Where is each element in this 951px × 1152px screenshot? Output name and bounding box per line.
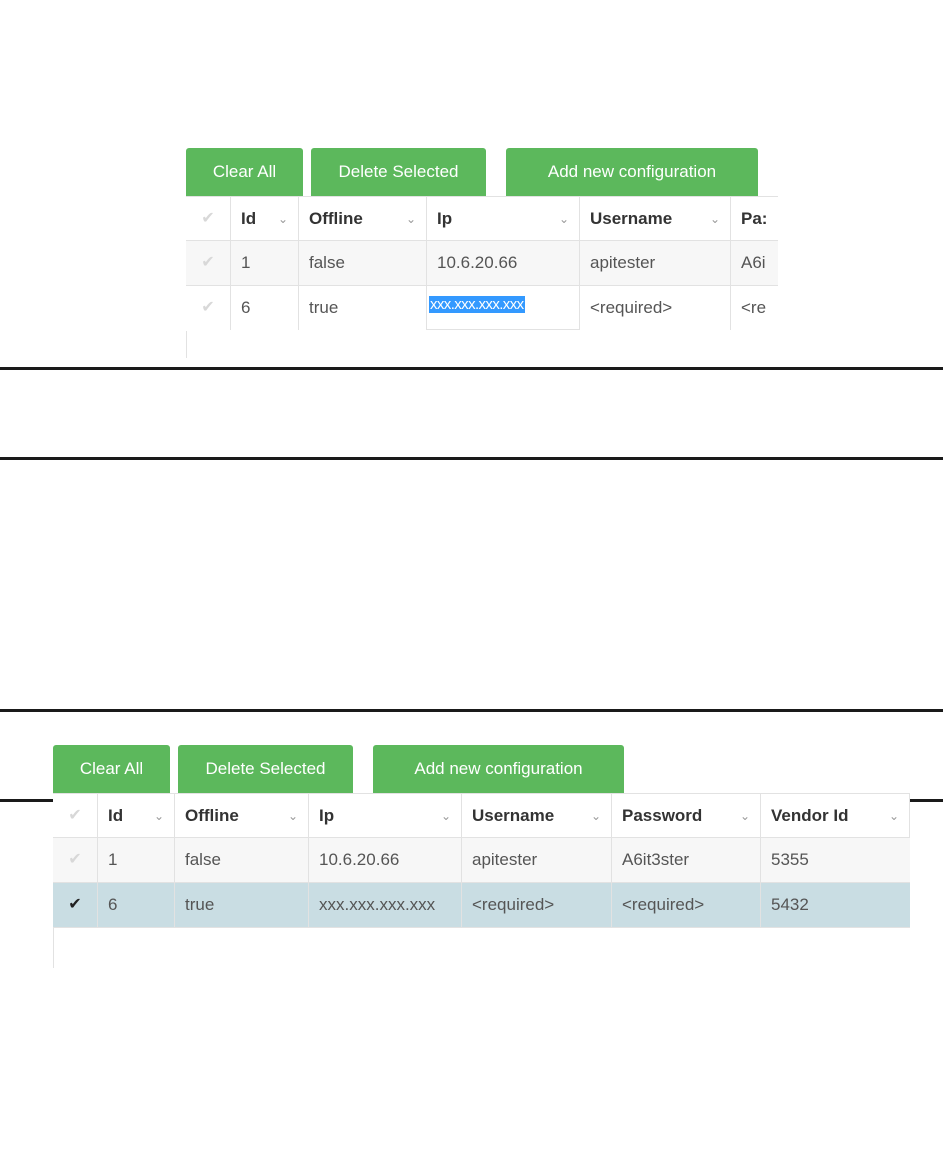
divider-line	[0, 367, 943, 370]
row-checkbox[interactable]: ✔	[186, 286, 231, 330]
table-row[interactable]: ✔ 1 false 10.6.20.66 apitester A6i	[186, 241, 778, 286]
check-icon: ✔	[68, 851, 82, 868]
check-icon: ✔	[201, 210, 215, 227]
cell-id[interactable]: 6	[231, 286, 299, 330]
clear-all-button[interactable]: Clear All	[53, 745, 170, 793]
column-header-password[interactable]: Password ⌄	[612, 794, 761, 838]
cell-password[interactable]: <required>	[612, 883, 761, 927]
table-row[interactable]: ✔ 6 true xxx.xxx.xxx.xxx <required> <re	[186, 286, 778, 331]
table-row-selected[interactable]: ✔ 6 true xxx.xxx.xxx.xxx <required> <req…	[53, 883, 910, 928]
cell-username[interactable]: <required>	[462, 883, 612, 927]
sort-chevron-icon[interactable]: ⌄	[710, 197, 720, 241]
cell-password[interactable]: A6it3ster	[612, 838, 761, 882]
sort-chevron-icon[interactable]: ⌄	[559, 197, 569, 241]
cell-ip[interactable]: xxx.xxx.xxx.xxx	[309, 883, 462, 927]
divider-line	[0, 457, 943, 460]
check-icon: ✔	[68, 807, 82, 824]
bottom-grid-panel: Clear All Delete Selected Add new config…	[53, 745, 910, 1152]
select-all-checkbox[interactable]: ✔	[53, 794, 98, 838]
check-icon: ✔	[201, 254, 215, 271]
add-new-configuration-button[interactable]: Add new configuration	[373, 745, 624, 793]
sort-chevron-icon[interactable]: ⌄	[889, 794, 899, 838]
sort-chevron-icon[interactable]: ⌄	[278, 197, 288, 241]
cell-id[interactable]: 1	[98, 838, 175, 882]
table-row[interactable]: ✔ 1 false 10.6.20.66 apitester A6it3ster…	[53, 838, 910, 883]
add-new-configuration-button[interactable]: Add new configuration	[506, 148, 758, 196]
cell-ip-editor[interactable]: xxx.xxx.xxx.xxx	[427, 286, 580, 330]
cell-username[interactable]: apitester	[462, 838, 612, 882]
delete-selected-button[interactable]: Delete Selected	[178, 745, 353, 793]
column-header-offline[interactable]: Offline ⌄	[175, 794, 309, 838]
cell-ip[interactable]: 10.6.20.66	[427, 241, 580, 285]
grid-left-border	[186, 331, 187, 358]
cell-offline[interactable]: false	[299, 241, 427, 285]
sort-chevron-icon[interactable]: ⌄	[591, 794, 601, 838]
grid-header-row: ✔ Id ⌄ Offline ⌄ Ip ⌄ Username ⌄ Password ⌄ V…	[53, 793, 910, 838]
column-header-password[interactable]: Pa:	[731, 197, 778, 241]
cell-id[interactable]: 1	[231, 241, 299, 285]
check-icon: ✔	[68, 896, 82, 913]
cell-username[interactable]: <required>	[580, 286, 731, 330]
select-all-checkbox[interactable]: ✔	[186, 197, 231, 241]
column-header-username[interactable]: Username ⌄	[580, 197, 731, 241]
grid-header-row: ✔ Id ⌄ Offline ⌄ Ip ⌄ Username ⌄ Pa:	[186, 196, 778, 241]
cell-password[interactable]: <re	[731, 286, 778, 330]
cell-ip[interactable]: 10.6.20.66	[309, 838, 462, 882]
check-icon: ✔	[201, 299, 215, 316]
column-header-vendor-id[interactable]: Vendor Id ⌄	[761, 794, 909, 838]
column-header-id[interactable]: Id ⌄	[231, 197, 299, 241]
top-grid-panel: Clear All Delete Selected Add new config…	[186, 148, 778, 358]
column-header-offline[interactable]: Offline ⌄	[299, 197, 427, 241]
cell-offline[interactable]: true	[299, 286, 427, 330]
column-header-username[interactable]: Username ⌄	[462, 794, 612, 838]
clear-all-button[interactable]: Clear All	[186, 148, 303, 196]
bottom-config-grid: ✔ Id ⌄ Offline ⌄ Ip ⌄ Username ⌄ Password ⌄ V…	[53, 793, 910, 968]
top-config-grid: ✔ Id ⌄ Offline ⌄ Ip ⌄ Username ⌄ Pa: ✔ 1 fal…	[186, 196, 778, 358]
sort-chevron-icon[interactable]: ⌄	[740, 794, 750, 838]
divider-line	[0, 709, 943, 712]
cell-vendor-id[interactable]: 5432	[761, 883, 909, 927]
sort-chevron-icon[interactable]: ⌄	[288, 794, 298, 838]
sort-chevron-icon[interactable]: ⌄	[154, 794, 164, 838]
sort-chevron-icon[interactable]: ⌄	[406, 197, 416, 241]
row-checkbox-checked[interactable]: ✔	[53, 883, 98, 927]
grid-left-border	[53, 928, 54, 968]
cell-username[interactable]: apitester	[580, 241, 731, 285]
row-checkbox[interactable]: ✔	[186, 241, 231, 285]
selected-ip-text[interactable]: xxx.xxx.xxx.xxx	[429, 296, 525, 313]
cell-offline[interactable]: true	[175, 883, 309, 927]
cell-password[interactable]: A6i	[731, 241, 778, 285]
column-header-ip[interactable]: Ip ⌄	[309, 794, 462, 838]
column-header-id[interactable]: Id ⌄	[98, 794, 175, 838]
sort-chevron-icon[interactable]: ⌄	[441, 794, 451, 838]
cell-id[interactable]: 6	[98, 883, 175, 927]
column-header-ip[interactable]: Ip ⌄	[427, 197, 580, 241]
cell-vendor-id[interactable]: 5355	[761, 838, 909, 882]
delete-selected-button[interactable]: Delete Selected	[311, 148, 486, 196]
row-checkbox[interactable]: ✔	[53, 838, 98, 882]
cell-offline[interactable]: false	[175, 838, 309, 882]
